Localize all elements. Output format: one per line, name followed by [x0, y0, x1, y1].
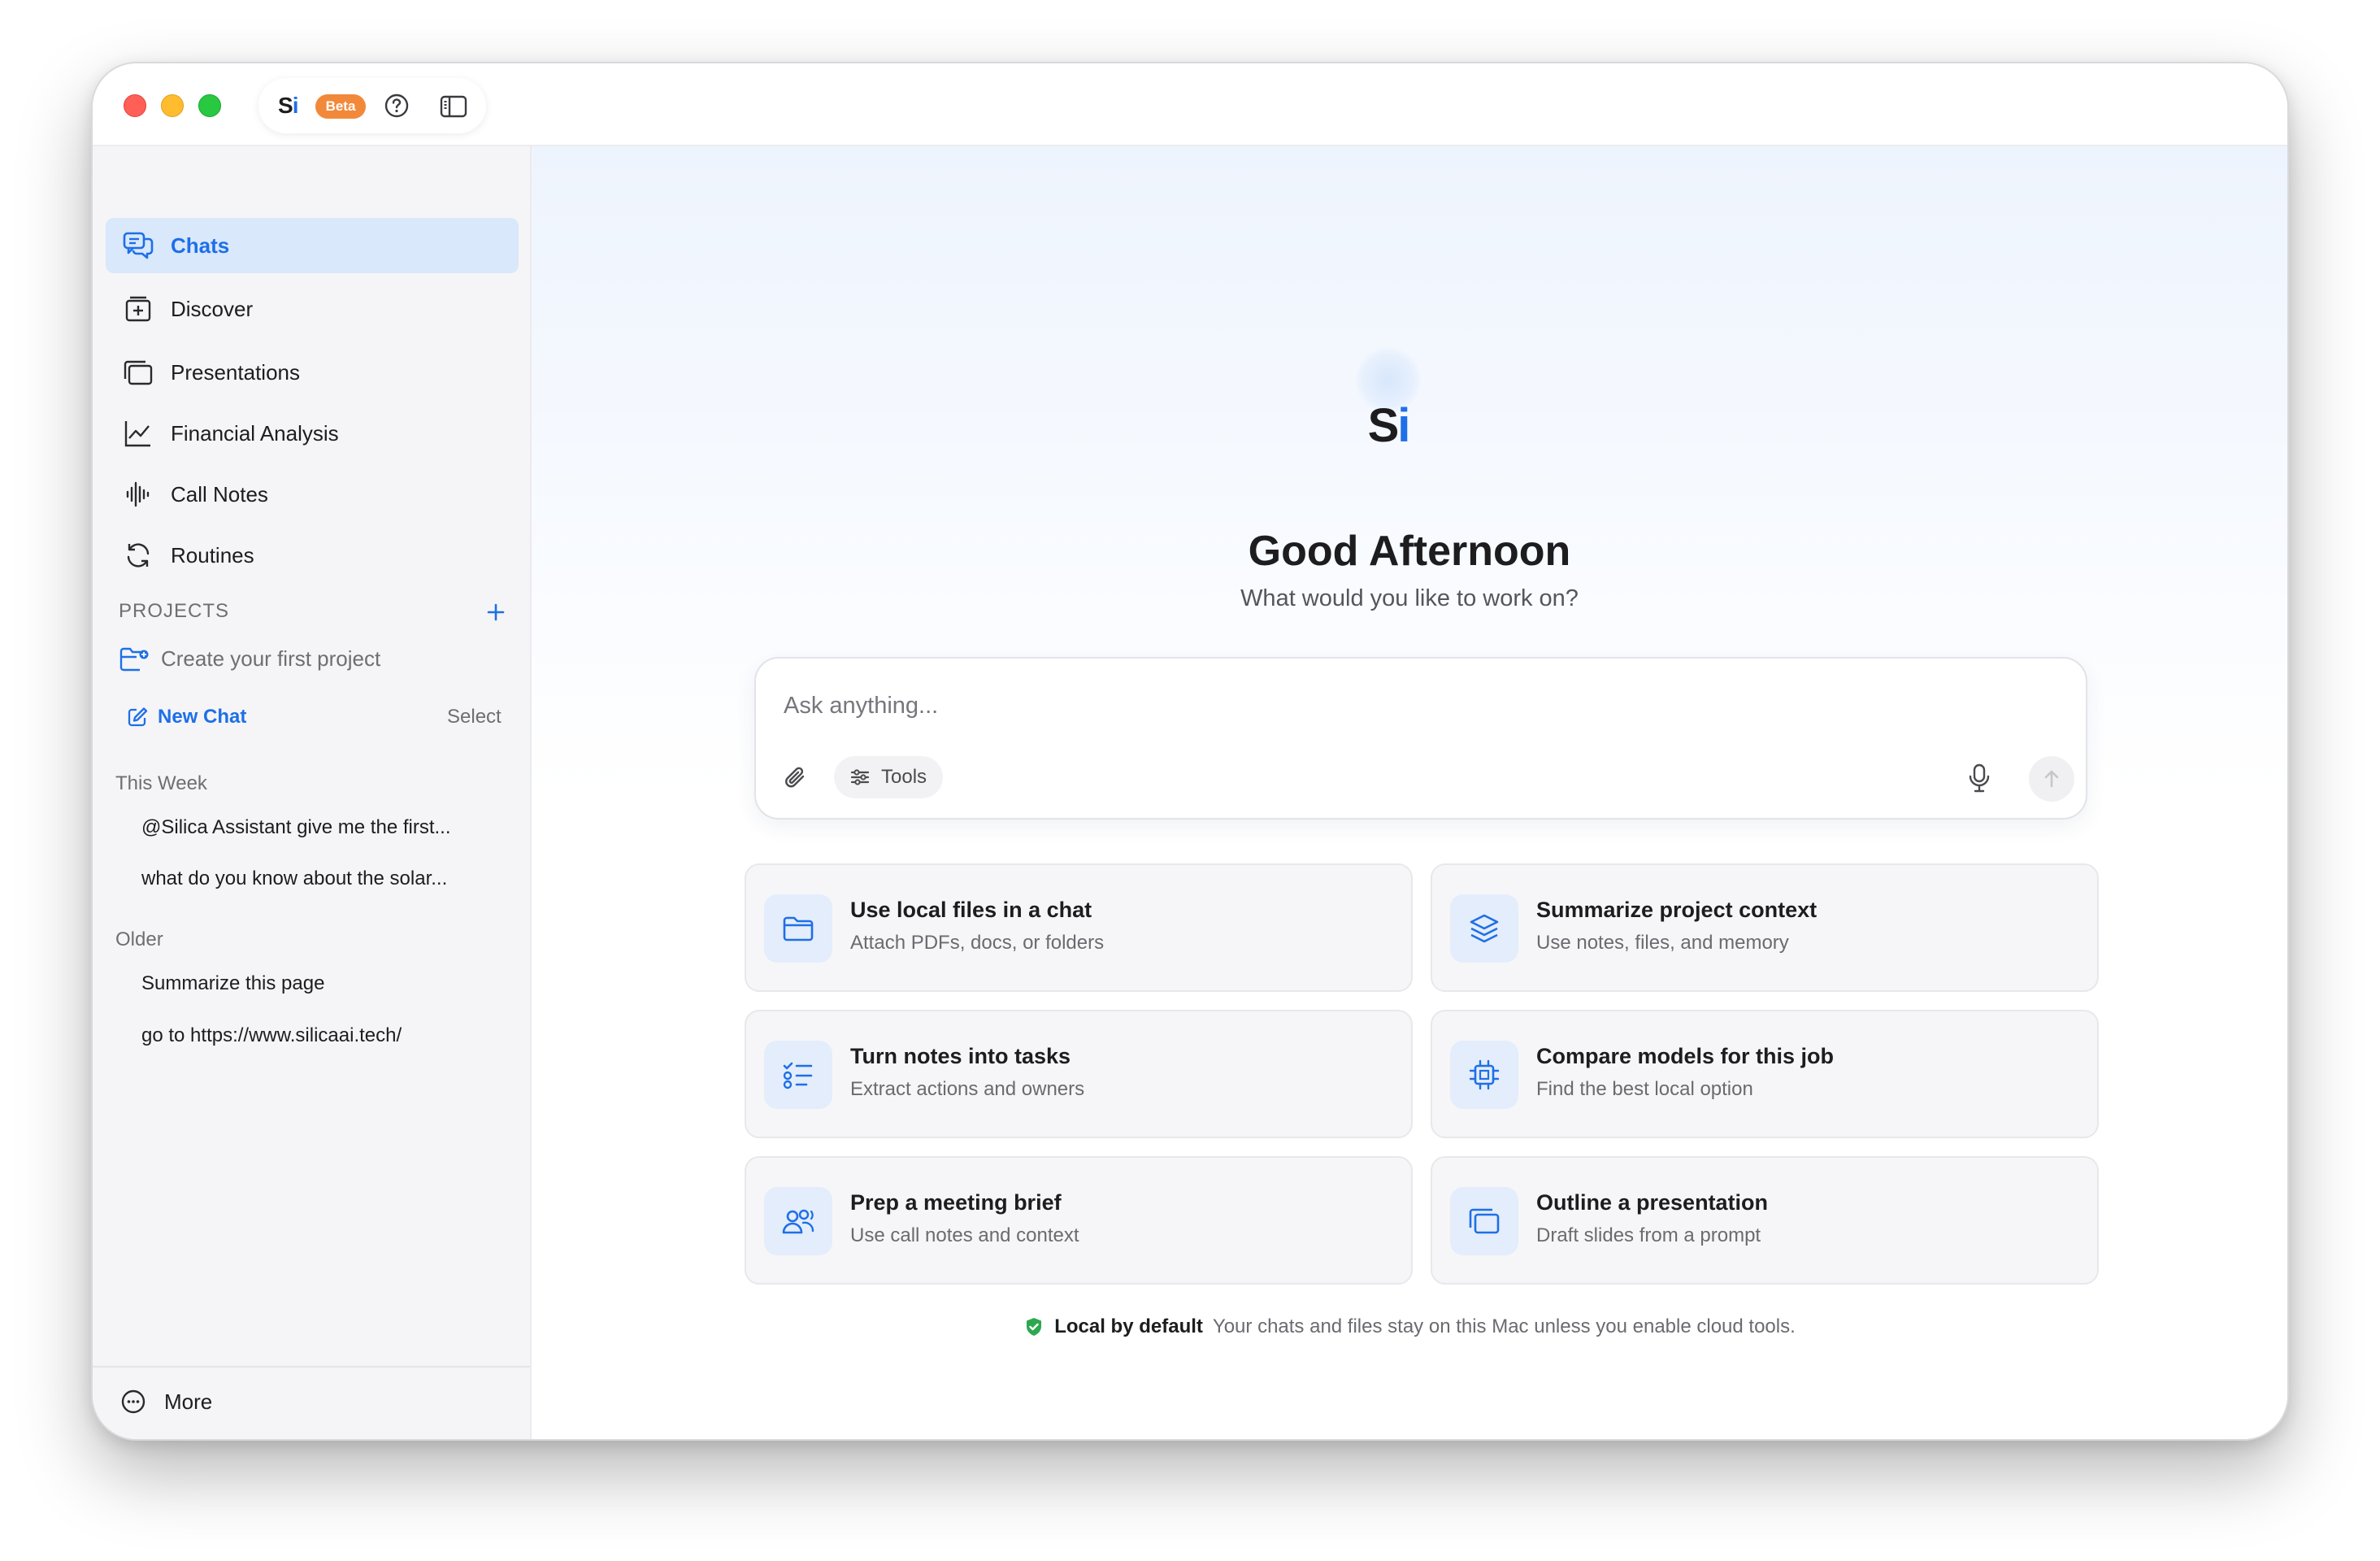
card-icon-wrap	[764, 894, 832, 963]
card-description: Use call notes and context	[850, 1224, 1079, 1246]
card-icon-wrap	[1450, 894, 1518, 963]
card-icon-wrap	[1450, 1041, 1518, 1109]
chat-history-item[interactable]: what do you know about the solar...	[141, 867, 447, 890]
help-circle-icon[interactable]	[384, 93, 410, 119]
group-header-older: Older	[115, 928, 163, 950]
arrow-up-icon	[2044, 770, 2059, 788]
sidebar-item-financial-analysis[interactable]: Financial Analysis	[106, 406, 519, 461]
sidebar-item-discover[interactable]: Discover	[106, 281, 519, 337]
layers-icon	[1470, 914, 1499, 943]
sidebar-item-call-notes[interactable]: Call Notes	[106, 467, 519, 522]
sidebar-item-presentations[interactable]: Presentations	[106, 345, 519, 400]
app-window: Si Beta Chats Discover Presentations Fin…	[91, 62, 2289, 1441]
card-title: Prep a meeting brief	[850, 1190, 1062, 1215]
close-window-button[interactable]	[124, 94, 146, 117]
main-panel: Si Good Afternoon What would you like to…	[532, 146, 2287, 1439]
greeting-subtitle: What would you like to work on?	[1240, 585, 1579, 611]
card-title: Compare models for this job	[1536, 1044, 1835, 1068]
group-header-this-week: This Week	[115, 772, 207, 794]
beta-badge: Beta	[315, 94, 366, 119]
waveform-icon	[126, 481, 150, 507]
card-description: Extract actions and owners	[850, 1078, 1085, 1100]
presentation-icon	[124, 360, 153, 385]
more-label: More	[164, 1389, 213, 1414]
suggestion-card-local-files[interactable]: Use local files in a chat Attach PDFs, d…	[745, 863, 1413, 992]
paperclip-icon[interactable]	[782, 764, 810, 792]
privacy-note-text: Your chats and files stay on this Mac un…	[1212, 1315, 1796, 1337]
sidebar-item-label: Chats	[171, 233, 230, 258]
discover-icon	[125, 296, 151, 322]
sidebar-item-routines[interactable]: Routines	[106, 528, 519, 583]
chat-bubbles-icon	[123, 232, 154, 259]
folder-icon	[783, 916, 814, 941]
card-description: Find the best local option	[1536, 1078, 1753, 1100]
add-project-button[interactable]	[484, 601, 507, 624]
privacy-note-title: Local by default	[1054, 1315, 1203, 1337]
privacy-note: Local by default Your chats and files st…	[532, 1315, 2287, 1338]
app-logo-large: Si	[1367, 399, 1411, 452]
card-title: Turn notes into tasks	[850, 1044, 1071, 1068]
ask-input[interactable]	[784, 688, 1922, 724]
sidebar-item-chats[interactable]: Chats	[106, 218, 519, 273]
slides-icon	[1469, 1208, 1500, 1234]
sidebar-item-label: Call Notes	[171, 481, 268, 507]
title-toolbar: Si Beta	[258, 78, 486, 133]
sidebar: Chats Discover Presentations Financial A…	[93, 146, 532, 1439]
chat-history-item[interactable]: go to https://www.silicaai.tech/	[141, 1024, 402, 1047]
select-button[interactable]: Select	[447, 706, 502, 728]
title-bar: Si Beta	[93, 63, 2287, 146]
create-project-label: Create your first project	[161, 646, 381, 671]
chat-history-item[interactable]: Summarize this page	[141, 972, 324, 995]
projects-header: PROJECTS	[119, 600, 230, 622]
suggestion-card-summarize-project[interactable]: Summarize project context Use notes, fil…	[1431, 863, 2099, 992]
card-title: Summarize project context	[1536, 898, 1818, 922]
composer: Tools	[754, 657, 2087, 820]
create-project-button[interactable]: Create your first project	[119, 641, 509, 676]
tools-label: Tools	[881, 766, 927, 788]
more-button[interactable]: More	[120, 1389, 212, 1415]
card-icon-wrap	[764, 1041, 832, 1109]
card-title: Use local files in a chat	[850, 898, 1092, 922]
compose-icon	[128, 707, 148, 727]
suggestion-card-notes-to-tasks[interactable]: Turn notes into tasks Extract actions an…	[745, 1010, 1413, 1138]
checklist-icon	[783, 1062, 813, 1089]
card-icon-wrap	[1450, 1187, 1518, 1255]
tools-button[interactable]: Tools	[834, 756, 943, 798]
suggestion-card-outline-presentation[interactable]: Outline a presentation Draft slides from…	[1431, 1156, 2099, 1285]
sidebar-item-label: Presentations	[171, 359, 300, 385]
chart-line-icon	[124, 421, 150, 447]
suggestion-card-compare-models[interactable]: Compare models for this job Find the bes…	[1431, 1010, 2099, 1138]
folder-add-icon	[119, 647, 149, 672]
shield-check-icon	[1027, 1318, 1042, 1336]
sidebar-item-label: Financial Analysis	[171, 420, 339, 446]
card-icon-wrap	[764, 1187, 832, 1255]
zoom-window-button[interactable]	[198, 94, 221, 117]
minimize-window-button[interactable]	[161, 94, 184, 117]
send-button[interactable]	[2029, 756, 2074, 802]
greeting-title: Good Afternoon	[1248, 528, 1571, 575]
more-circle-icon	[121, 1389, 145, 1414]
chat-history-item[interactable]: @Silica Assistant give me the first...	[141, 816, 451, 839]
chip-icon	[1469, 1059, 1500, 1090]
new-chat-button[interactable]: New Chat	[127, 701, 246, 733]
sidebar-footer: More	[93, 1366, 530, 1439]
sidebar-item-label: Routines	[171, 542, 254, 567]
people-icon	[782, 1209, 814, 1234]
card-description: Draft slides from a prompt	[1536, 1224, 1761, 1246]
new-chat-label: New Chat	[158, 706, 247, 728]
microphone-icon[interactable]	[1965, 763, 1993, 794]
sliders-icon	[850, 769, 870, 785]
card-description: Use notes, files, and memory	[1536, 932, 1789, 954]
refresh-icon	[127, 543, 150, 567]
card-description: Attach PDFs, docs, or folders	[850, 932, 1105, 954]
sidebar-item-label: Discover	[171, 296, 254, 321]
app-logo: Si	[278, 93, 298, 118]
card-title: Outline a presentation	[1536, 1190, 1769, 1215]
sidebar-toggle-icon[interactable]	[439, 94, 468, 119]
suggestion-card-meeting-brief[interactable]: Prep a meeting brief Use call notes and …	[745, 1156, 1413, 1285]
